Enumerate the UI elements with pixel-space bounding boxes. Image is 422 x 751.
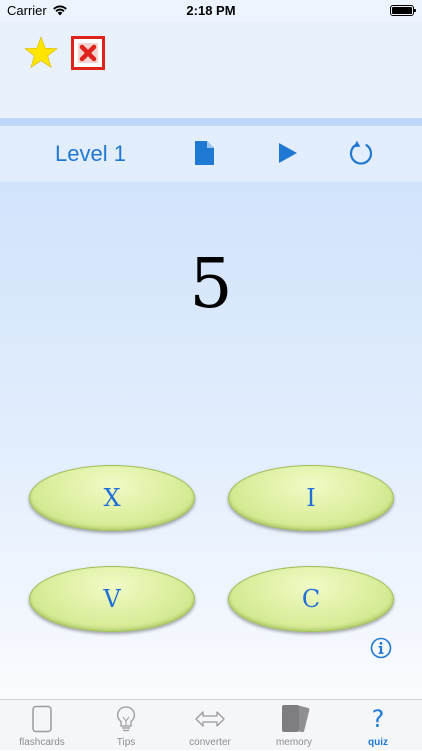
cards-icon	[282, 704, 310, 733]
battery-icon	[390, 5, 416, 16]
tab-converter[interactable]: converter	[168, 700, 252, 751]
answer-button-4[interactable]: C	[228, 566, 394, 632]
answer-button-3[interactable]: V	[29, 566, 195, 632]
lightbulb-icon	[117, 706, 135, 732]
tab-label: quiz	[368, 737, 388, 748]
top-panel	[0, 22, 422, 118]
answer-button-1[interactable]: X	[29, 465, 195, 531]
close-icon[interactable]	[71, 36, 105, 70]
question-number: 5	[189, 245, 233, 324]
level-selector[interactable]: Level 1	[55, 141, 126, 167]
tab-flashcards[interactable]: flashcards	[0, 700, 84, 751]
tab-label: memory	[275, 737, 313, 748]
status-bar: Carrier 2:18 PM	[0, 0, 422, 22]
tab-quiz[interactable]: ? quiz	[336, 700, 420, 751]
flashcard-icon	[32, 705, 52, 733]
quiz-screen: Carrier 2:18 PM Level 1 5 X I V C flashc…	[0, 0, 422, 750]
tab-label: Tips	[116, 737, 136, 748]
tab-memory[interactable]: memory	[252, 700, 336, 751]
tab-tips[interactable]: Tips	[84, 700, 168, 751]
clock: 2:18 PM	[186, 3, 236, 18]
question-mark-icon: ?	[372, 706, 385, 732]
divider	[0, 118, 422, 126]
refresh-icon[interactable]	[347, 139, 375, 167]
svg-text:?: ?	[372, 706, 385, 732]
document-icon[interactable]	[193, 140, 215, 166]
tab-label: converter	[189, 737, 231, 748]
answer-button-2[interactable]: I	[228, 465, 394, 531]
tab-label: flashcards	[19, 737, 65, 748]
info-icon[interactable]	[370, 637, 392, 659]
play-icon[interactable]	[276, 142, 298, 164]
tab-bar: flashcards Tips converter memory ? quiz	[0, 699, 422, 750]
star-icon[interactable]	[24, 36, 58, 70]
arrows-icon	[195, 711, 225, 727]
